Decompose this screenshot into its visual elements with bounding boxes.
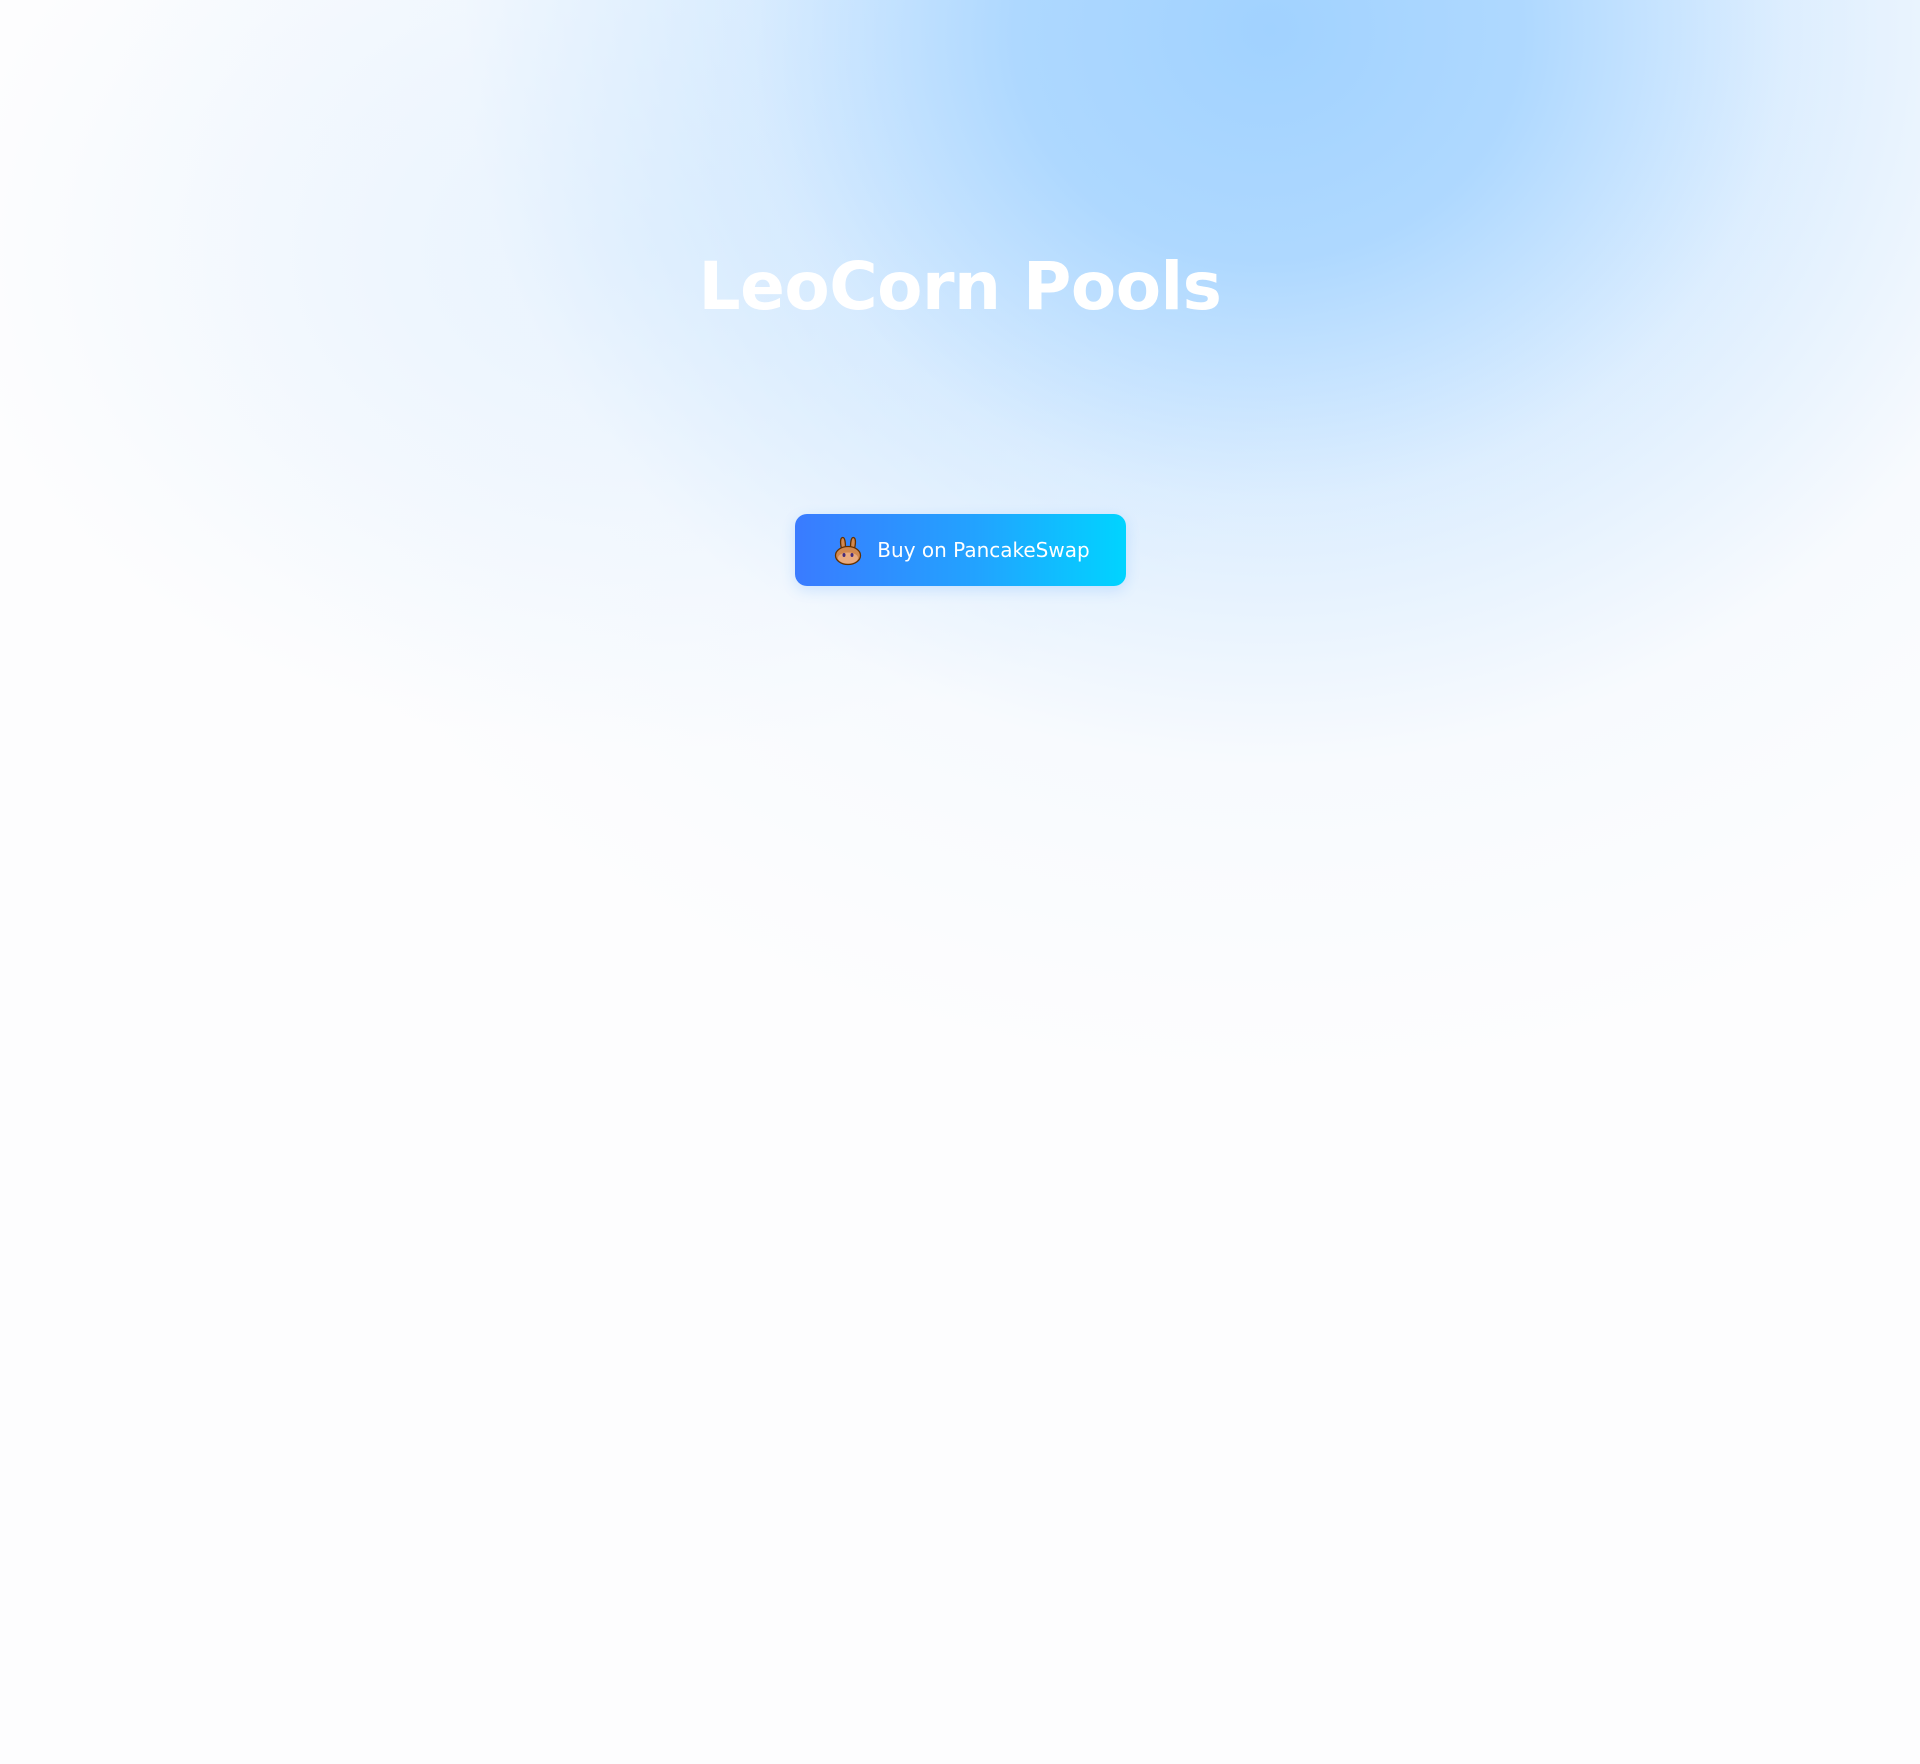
page-title: LeoCorn Pools (698, 248, 1222, 325)
pancakeswap-bunny-icon (831, 533, 865, 567)
buy-button-label: Buy on PancakeSwap (877, 538, 1090, 562)
hero-section: LeoCorn Pools Buy on PancakeSwap (0, 0, 1920, 1764)
buy-on-pancakeswap-button[interactable]: Buy on PancakeSwap (795, 514, 1126, 586)
